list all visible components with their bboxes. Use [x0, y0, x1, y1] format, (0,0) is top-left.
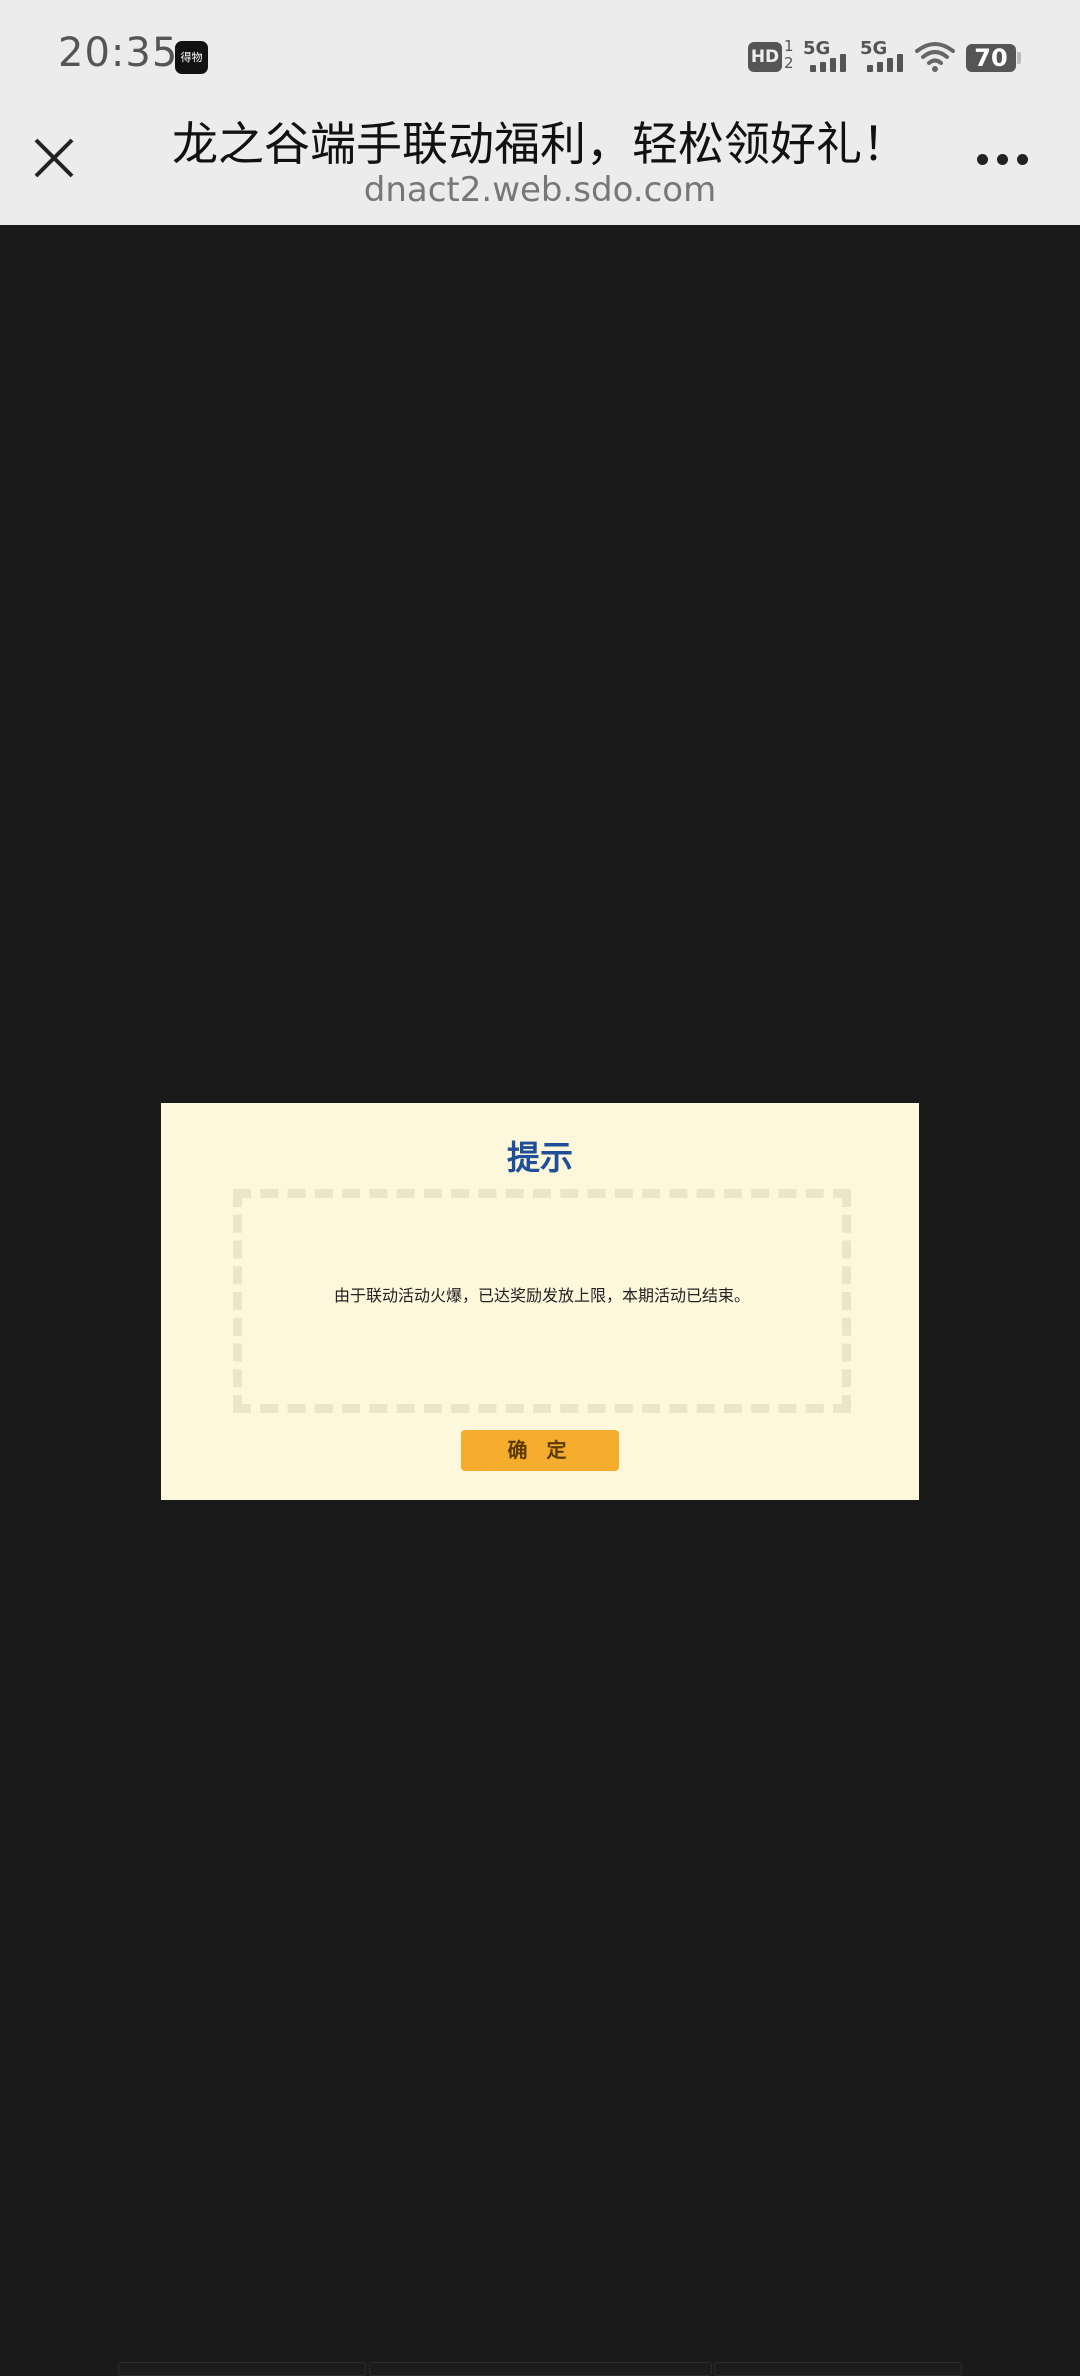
confirm-button[interactable]: 确 定: [461, 1430, 619, 1471]
bottom-bar-segment: [369, 2362, 712, 2376]
bottom-bar-segment: [118, 2362, 366, 2376]
app-badge-icon: 得物: [175, 41, 208, 74]
wifi-icon: [915, 42, 955, 72]
signal-icon: [810, 54, 850, 72]
page-url: dnact2.web.sdo.com: [363, 170, 717, 210]
dialog-title: 提示: [507, 1138, 573, 1177]
signal-icon: [867, 54, 907, 72]
hd-icon: HD: [748, 42, 782, 72]
dialog-message: 由于联动活动火爆，已达奖励发放上限，本期活动已结束。: [333, 1286, 750, 1305]
hd-sim-indicator: 1 2: [784, 38, 794, 72]
hd-sub-bottom: 2: [784, 54, 794, 72]
page-title: 龙之谷端手联动福利，轻松领好礼！: [172, 117, 908, 171]
battery-icon: 70: [966, 44, 1016, 72]
battery-tip: [1017, 52, 1021, 64]
hd-sub-top: 1: [784, 37, 794, 55]
status-time: 20:35: [58, 30, 179, 76]
browser-header: 20:35 得物 HD 1 2 5G 5G 70 龙之谷端手联动福利，轻松领好礼…: [0, 0, 1080, 225]
close-icon[interactable]: [28, 132, 80, 184]
dialog-message-box: 由于联动活动火爆，已达奖励发放上限，本期活动已结束。: [233, 1189, 851, 1413]
bottom-bar-segment: [714, 2362, 962, 2376]
more-icon[interactable]: [975, 150, 1031, 170]
notice-dialog: 提示 由于联动活动火爆，已达奖励发放上限，本期活动已结束。 确 定: [161, 1103, 919, 1500]
